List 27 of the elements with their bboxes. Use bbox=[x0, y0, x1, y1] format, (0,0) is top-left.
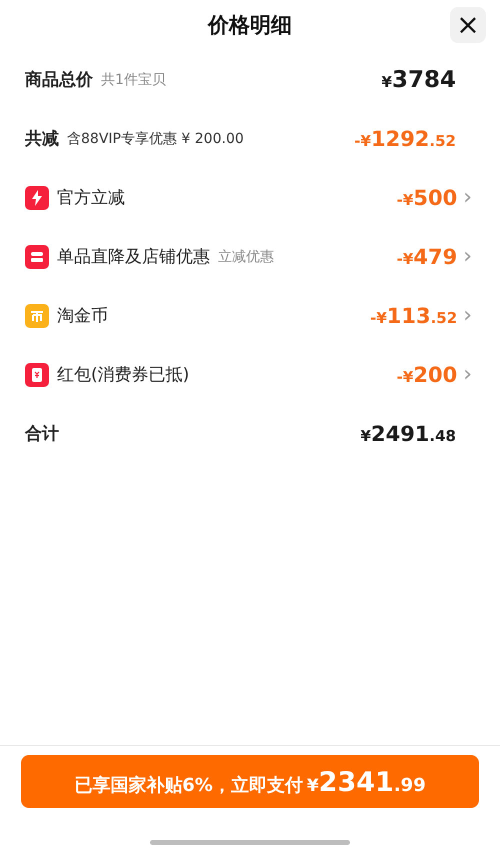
page-title: 价格明细 bbox=[208, 12, 292, 39]
row-label: 单品直降及店铺优惠 bbox=[57, 246, 210, 268]
discount-row[interactable]: 单品直降及店铺优惠 立减优惠 -¥479 › bbox=[0, 227, 500, 286]
amount: ¥3784 bbox=[382, 66, 456, 92]
amount: -¥479 bbox=[396, 244, 458, 268]
discount-row[interactable]: 红包(消费券已抵) -¥200 › bbox=[0, 345, 500, 404]
row-label: 官方立减 bbox=[57, 187, 125, 209]
discount-row[interactable]: 淘金币 -¥113.52 › bbox=[0, 286, 500, 345]
row-label: 商品总价 bbox=[25, 69, 93, 91]
row-note: 共1件宝贝 bbox=[101, 70, 166, 88]
row-note: 含88VIP专享优惠 ¥ 200.00 bbox=[67, 130, 244, 148]
amount: -¥1292.52 bbox=[354, 126, 456, 150]
amount: -¥500 bbox=[396, 186, 458, 210]
chevron-icon: › bbox=[463, 364, 472, 386]
amount: -¥200 bbox=[396, 362, 458, 386]
row-label: 合计 bbox=[25, 423, 59, 445]
close-button[interactable]: × bbox=[450, 7, 486, 43]
amount: ¥2491.48 bbox=[360, 422, 456, 446]
row-note: 立减优惠 bbox=[218, 248, 274, 266]
row-label: 淘金币 bbox=[57, 305, 108, 327]
chevron-icon: › bbox=[463, 304, 472, 326]
chevron-icon: › bbox=[463, 186, 472, 208]
discount-row[interactable]: 官方立减 -¥500 › bbox=[0, 168, 500, 227]
row-label: 红包(消费券已抵) bbox=[57, 364, 190, 386]
chevron-icon: › bbox=[463, 246, 472, 268]
amount: -¥113.52 bbox=[370, 304, 458, 328]
row-label: 共减 bbox=[25, 128, 59, 150]
